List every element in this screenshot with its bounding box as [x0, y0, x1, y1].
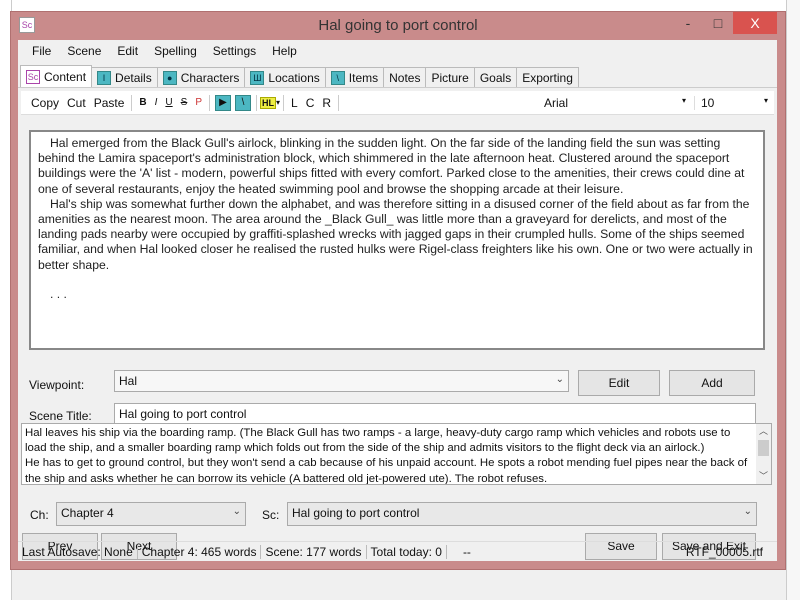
tab-label: Characters: [180, 70, 240, 85]
person-icon: ●: [162, 70, 177, 85]
menu-help[interactable]: Help: [264, 40, 305, 62]
item-icon: \: [330, 70, 345, 85]
tab-goals[interactable]: Goals: [473, 67, 518, 87]
tab-exporting[interactable]: Exporting: [516, 67, 579, 87]
scene-editor-window: Sc Hal going to port control - □ X File …: [10, 11, 786, 570]
edit-viewpoint-button[interactable]: Edit: [578, 370, 660, 396]
size-value: 10: [701, 95, 715, 110]
client-area: File Scene Edit Spelling Settings Help S…: [18, 40, 777, 561]
divider: [208, 94, 210, 111]
chevron-down-icon: ⌄: [743, 506, 752, 517]
viewpoint-select[interactable]: Hal ⌄: [114, 370, 569, 392]
divider: [255, 94, 257, 111]
underline-button[interactable]: U: [161, 97, 176, 108]
tab-label: Content: [44, 69, 87, 84]
paste-button[interactable]: Paste: [90, 96, 129, 110]
divider: [283, 94, 284, 111]
viewpoint-value: Hal: [119, 374, 138, 388]
tab-label: Picture: [431, 70, 469, 85]
menu-file[interactable]: File: [24, 40, 59, 62]
chapter-wordcount: Chapter 4: 465 words: [138, 544, 262, 559]
menu-edit[interactable]: Edit: [109, 40, 146, 62]
align-center-button[interactable]: C: [302, 96, 319, 110]
tab-label: Goals: [479, 70, 512, 85]
scene-title-label: Scene Title:: [29, 409, 92, 423]
chevron-down-icon: ⌄: [555, 374, 564, 385]
align-right-button[interactable]: R: [318, 96, 335, 110]
chapter-select[interactable]: Chapter 4 ⌄: [56, 502, 246, 526]
chevron-down-icon: ⌄: [232, 506, 241, 517]
format-toolbar: Copy Cut Paste B I U S P ▶ \ HL ▾ L C R A…: [21, 91, 774, 115]
chevron-down-icon[interactable]: ▾: [276, 98, 280, 107]
chapter-label: Ch:: [30, 508, 49, 522]
maximize-button[interactable]: □: [703, 12, 733, 34]
tab-picture[interactable]: Picture: [425, 67, 475, 87]
copy-button[interactable]: Copy: [27, 96, 63, 110]
menu-bar: File Scene Edit Spelling Settings Help: [18, 40, 777, 62]
today-wordcount: Total today: 0: [367, 544, 447, 559]
divider: [131, 94, 133, 111]
tab-content[interactable]: Sc Content: [20, 65, 93, 87]
status-dash: --: [462, 544, 471, 559]
scroll-down-icon[interactable]: ﹀: [756, 469, 771, 484]
minimize-button[interactable]: -: [673, 12, 703, 34]
file-name: RTF_00005.rtf: [685, 544, 763, 559]
play-icon[interactable]: ▶: [214, 94, 231, 111]
font-value: Arial: [544, 95, 569, 110]
chevron-down-icon: ▾: [681, 95, 686, 105]
scene-summary[interactable]: Hal leaves his ship via the boarding ram…: [21, 423, 772, 485]
highlight-button[interactable]: HL: [259, 96, 276, 109]
cut-button[interactable]: Cut: [63, 96, 90, 110]
title-bar[interactable]: Sc Hal going to port control - □ X: [11, 12, 785, 40]
viewpoint-label: Viewpoint:: [29, 378, 85, 392]
content-editor[interactable]: Hal emerged from the Black Gull's airloc…: [29, 130, 765, 350]
tab-label: Locations: [268, 70, 320, 85]
strikethrough-button[interactable]: S: [177, 97, 192, 108]
window-title: Hal going to port control: [318, 17, 478, 34]
building-icon: Ш: [250, 70, 265, 85]
scene-value: Hal going to port control: [292, 506, 420, 520]
bold-button[interactable]: B: [135, 97, 150, 108]
tab-characters[interactable]: ● Characters: [156, 67, 246, 87]
details-icon: I: [97, 70, 112, 85]
tab-label: Items: [348, 70, 379, 85]
tab-label: Details: [115, 70, 152, 85]
tab-label: Notes: [389, 70, 421, 85]
font-size-select[interactable]: 10 ▾: [694, 95, 774, 110]
status-bar: Last Autosave: None Chapter 4: 465 words…: [18, 541, 777, 561]
scene-title-input[interactable]: Hal going to port control: [114, 403, 756, 425]
font-select[interactable]: Arial ▾: [544, 96, 694, 110]
summary-scrollbar[interactable]: ︿ ﹀: [756, 424, 771, 484]
ellipsis: . . .: [50, 286, 67, 301]
italic-button[interactable]: I: [151, 97, 162, 108]
tab-label: Exporting: [522, 70, 573, 85]
tab-details[interactable]: I Details: [91, 67, 158, 87]
chapter-value: Chapter 4: [61, 506, 114, 520]
tab-items[interactable]: \ Items: [324, 67, 385, 87]
background-scrollbar: [786, 0, 800, 600]
menu-scene[interactable]: Scene: [59, 40, 109, 62]
scene-label: Sc:: [262, 508, 280, 522]
tab-locations[interactable]: Ш Locations: [244, 67, 326, 87]
scene-wordcount: Scene: 177 words: [261, 544, 367, 559]
paragraph: Hal emerged from the Black Gull's airloc…: [38, 136, 745, 196]
scene-icon: Sc: [26, 69, 40, 84]
divider: [338, 94, 340, 111]
tab-bar: Sc Content I Details ● Characters Ш Location…: [18, 65, 777, 88]
close-button[interactable]: X: [733, 12, 777, 34]
scene-select[interactable]: Hal going to port control ⌄: [287, 502, 757, 526]
scroll-thumb[interactable]: [758, 440, 769, 456]
align-left-button[interactable]: L: [287, 96, 302, 110]
paragraph: Hal's ship was somewhat further down the…: [38, 196, 753, 272]
p-button[interactable]: P: [191, 97, 206, 108]
add-viewpoint-button[interactable]: Add: [669, 370, 755, 396]
summary-text: Hal leaves his ship via the boarding ram…: [25, 427, 748, 485]
menu-spelling[interactable]: Spelling: [146, 40, 205, 62]
autosave-status: Last Autosave: None: [18, 544, 138, 559]
chevron-down-icon: ▾: [763, 95, 768, 105]
tab-notes[interactable]: Notes: [383, 67, 427, 87]
item-tool-icon[interactable]: \: [234, 94, 251, 111]
menu-settings[interactable]: Settings: [205, 40, 264, 62]
